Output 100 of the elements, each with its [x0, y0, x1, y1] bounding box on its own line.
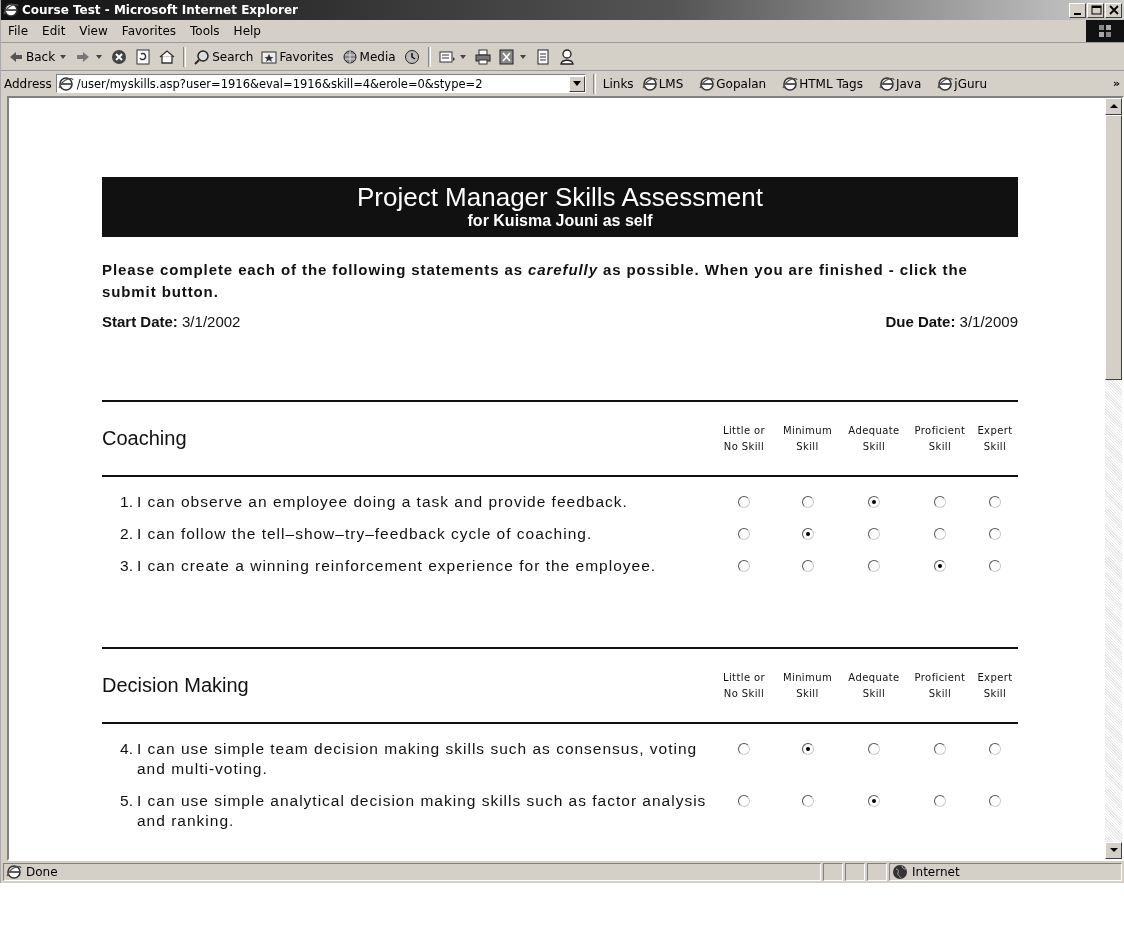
maximize-icon: [1089, 4, 1102, 16]
favorites-button[interactable]: Favorites: [258, 47, 337, 66]
radio-button[interactable]: [868, 496, 880, 508]
window-title: Course Test - Microsoft Internet Explorer: [22, 3, 300, 17]
due-date-text: Due Date: 3/1/2009: [885, 313, 1018, 330]
radio-button[interactable]: [989, 528, 1001, 540]
scale-label: Proficient Skill: [913, 423, 967, 454]
section-title: Coaching: [102, 427, 187, 450]
close-button[interactable]: [1105, 2, 1122, 18]
radio-button[interactable]: [934, 795, 946, 807]
question-text: I can use simple team decision making skills such as consensus, voting and multi-voting.: [137, 739, 699, 779]
radio-button[interactable]: [738, 528, 750, 540]
status-pane: [823, 863, 843, 881]
globe-icon: [892, 864, 908, 880]
dropdown-arrow-icon[interactable]: [60, 54, 67, 59]
media-button[interactable]: Media: [338, 47, 399, 66]
windows-logo-icon: [1097, 23, 1113, 39]
menu-item[interactable]: Edit: [35, 24, 73, 38]
radio-button[interactable]: [868, 795, 880, 807]
scale-label: Adequate Skill: [847, 670, 901, 701]
question-text: I can use simple analytical decision making skills such as factor analysis and ranking.: [137, 791, 708, 831]
radio-button[interactable]: [738, 743, 750, 755]
radio-button[interactable]: [738, 560, 750, 572]
mail-icon: [438, 48, 455, 65]
radio-button[interactable]: [801, 743, 814, 755]
radio-button[interactable]: [868, 560, 880, 572]
question-number: 2.: [119, 524, 133, 544]
dropdown-arrow-icon[interactable]: [519, 54, 526, 59]
scale-label: Adequate Skill: [847, 423, 901, 454]
question-number: 1.: [119, 492, 133, 512]
radio-button[interactable]: [868, 528, 880, 540]
menu-item[interactable]: Tools: [183, 24, 227, 38]
radio-button[interactable]: [801, 795, 814, 807]
radio-button[interactable]: [934, 528, 946, 540]
minimize-button[interactable]: [1069, 2, 1086, 18]
scale-label: Expert Skill: [976, 670, 1014, 701]
close-icon: [1107, 4, 1120, 16]
link-item[interactable]: LMS: [641, 75, 684, 92]
dropdown-arrow-icon[interactable]: [96, 54, 103, 59]
menu-item[interactable]: Favorites: [114, 24, 184, 38]
link-item[interactable]: HTML Tags: [782, 75, 863, 92]
link-item[interactable]: Gopalan: [699, 75, 767, 92]
radio-button[interactable]: [934, 743, 946, 755]
start-date-text: Start Date: 3/1/2002: [102, 313, 241, 330]
radio-button[interactable]: [738, 795, 750, 807]
scroll-thumb[interactable]: [1105, 115, 1122, 380]
stop-icon: [111, 48, 128, 65]
back-button[interactable]: Back: [5, 47, 59, 66]
document-icon: [534, 48, 551, 65]
question-text: I can observe an employee doing a task and provide feedback.: [137, 492, 629, 512]
scale-label: Little or No Skill: [721, 423, 767, 454]
radio-button[interactable]: [738, 496, 750, 508]
browser-logo-icon: [3, 2, 19, 18]
more-links-button[interactable]: »: [1112, 77, 1124, 90]
radio-button[interactable]: [989, 560, 1001, 572]
scale-label: Minimum Skill: [781, 423, 834, 454]
radio-button[interactable]: [801, 560, 814, 572]
radio-button[interactable]: [801, 496, 814, 508]
dropdown-button[interactable]: [568, 75, 585, 92]
page-title: Project Manager Skills Assessment: [355, 183, 764, 211]
history-icon: [403, 48, 420, 65]
question-text: I can follow the tell–show–try–feedback cycle of coaching.: [137, 524, 594, 544]
radio-button[interactable]: [934, 560, 946, 572]
edit-page-icon: [498, 48, 515, 65]
search-icon: [194, 48, 211, 65]
vertical-scrollbar[interactable]: [1105, 98, 1122, 859]
scale-label: Proficient Skill: [913, 670, 967, 701]
menu-item[interactable]: File: [1, 24, 36, 38]
menu-item[interactable]: Help: [226, 24, 268, 38]
question-text: I can create a winning reinforcement experience for the employee.: [137, 556, 658, 576]
radio-button[interactable]: [868, 743, 880, 755]
security-zone-text: Internet: [912, 865, 960, 879]
radio-button[interactable]: [989, 743, 1001, 755]
person-icon: [558, 48, 575, 65]
link-item[interactable]: Java: [878, 75, 922, 92]
radio-button[interactable]: [801, 528, 814, 540]
status-pane: [845, 863, 865, 881]
address-field[interactable]: /user/myskills.asp?user=1916&eval=1916&skill=4&erole=0&stype=2: [55, 74, 586, 93]
status-text: Done: [26, 865, 58, 879]
scale-label: Expert Skill: [976, 423, 1014, 454]
house-icon: [159, 48, 176, 65]
instructions-text: Please complete each of the following statements as carefully as possible. When you are finished - click the submit button.: [102, 260, 969, 302]
scroll-down-button[interactable]: [1105, 842, 1122, 859]
radio-button[interactable]: [989, 496, 1001, 508]
star-folder-icon: [261, 48, 278, 65]
media-globe-icon: [341, 48, 358, 65]
menu-item[interactable]: View: [72, 24, 115, 38]
page-subtitle: for Kuisma Jouni as self: [466, 211, 654, 231]
maximize-button[interactable]: [1087, 2, 1104, 18]
scroll-up-button[interactable]: [1105, 98, 1122, 115]
search-button[interactable]: Search: [191, 47, 257, 66]
dropdown-arrow-icon[interactable]: [459, 54, 466, 59]
scale-label: Minimum Skill: [781, 670, 834, 701]
radio-button[interactable]: [989, 795, 1001, 807]
address-label: Address: [4, 76, 52, 91]
links-label: Links: [602, 76, 634, 91]
minimize-icon: [1074, 12, 1081, 15]
scale-label: Little or No Skill: [721, 670, 767, 701]
radio-button[interactable]: [934, 496, 946, 508]
link-item[interactable]: jGuru: [937, 75, 988, 92]
